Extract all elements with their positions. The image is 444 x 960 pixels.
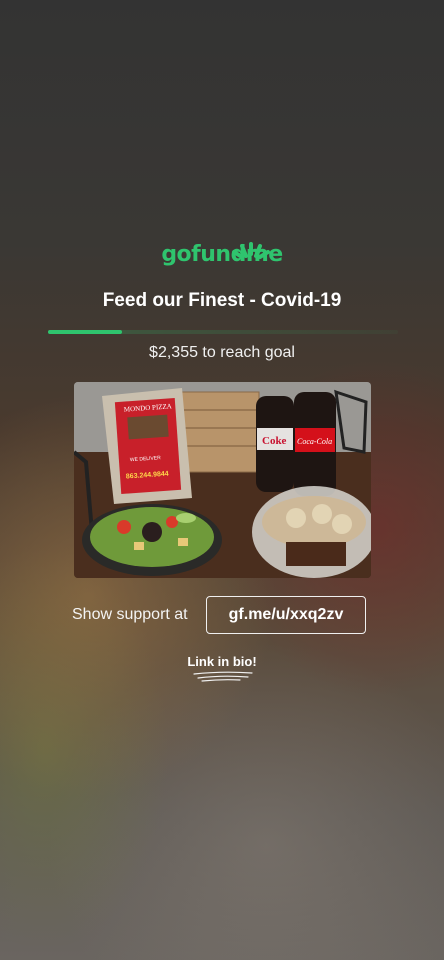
story-card: gofundme Feed our Finest - Covid-19 $2,3…	[0, 0, 444, 960]
underline-scribble-icon	[193, 671, 253, 682]
link-in-bio-text: Link in bio!	[187, 654, 257, 669]
gofundme-logo: gofundme	[0, 242, 444, 276]
food-donation-image: MONDO PIZZA WE DELIVER 863.244.9844 Coke…	[74, 382, 371, 578]
support-row: Show support at gf.me/u/xxq2zv	[72, 596, 372, 634]
support-label: Show support at	[72, 606, 188, 623]
donation-link-button[interactable]: gf.me/u/xxq2zv	[206, 596, 366, 634]
goal-progress-fill	[48, 330, 122, 334]
goal-progress-bar	[48, 330, 398, 334]
gofundme-burst-icon	[232, 242, 270, 259]
campaign-photo: MONDO PIZZA WE DELIVER 863.244.9844 Coke…	[74, 382, 371, 578]
campaign-title: Feed our Finest - Covid-19	[102, 290, 342, 311]
bottle-label-1: Coke	[262, 435, 287, 447]
goal-text: $2,355 to reach goal	[149, 344, 295, 361]
bottle-label-2: Coca-Cola	[297, 437, 332, 446]
